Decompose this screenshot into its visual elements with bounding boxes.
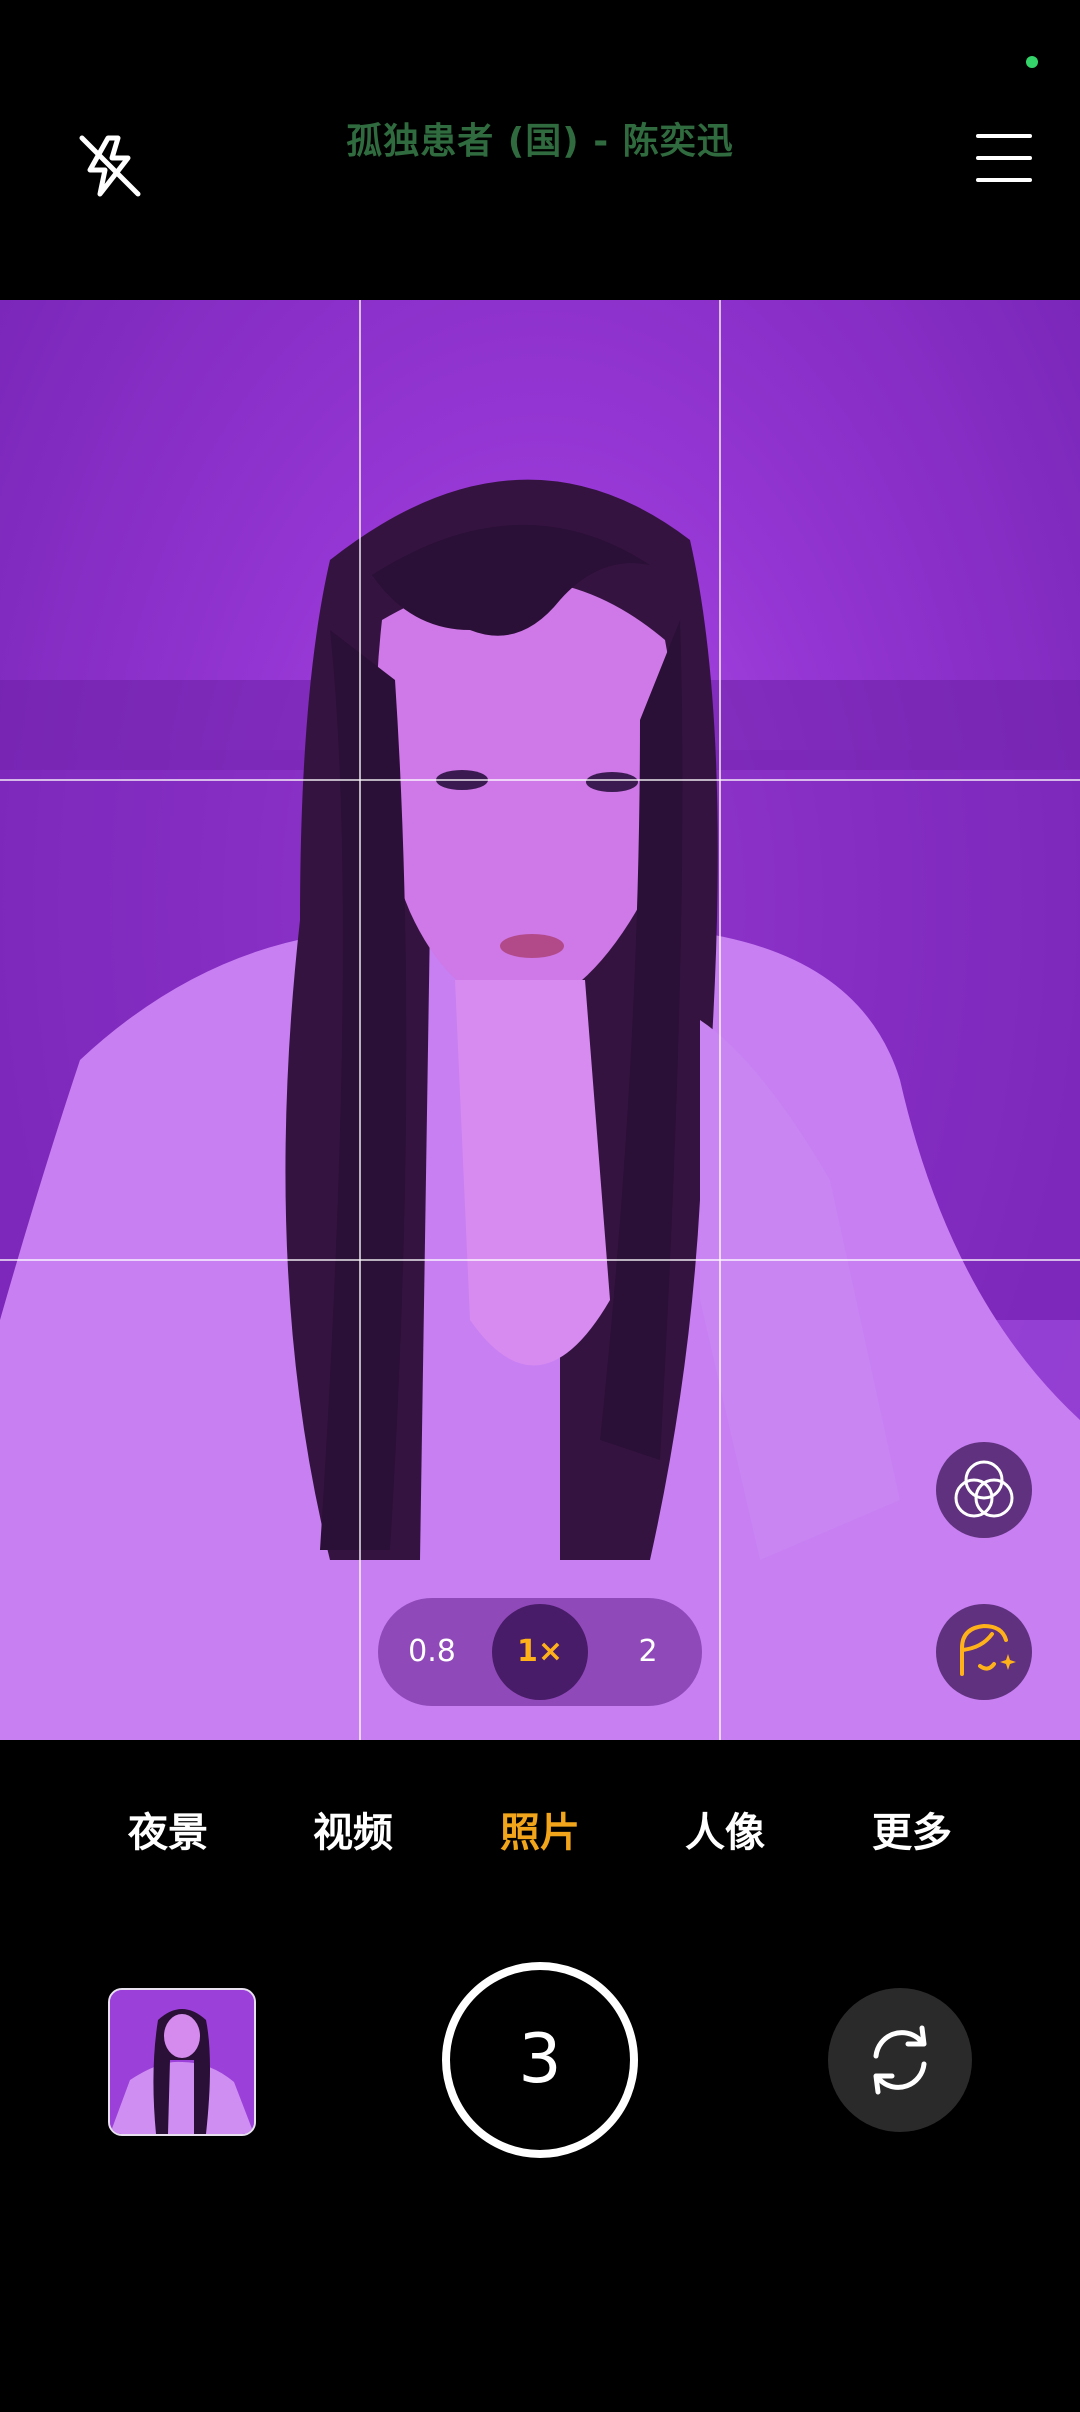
status-dot: [1026, 56, 1038, 68]
mode-video[interactable]: 视频: [263, 1800, 443, 1858]
zoom-1x-button[interactable]: 1×: [492, 1604, 588, 1700]
now-playing-text: 孤独患者 (国) - 陈奕迅: [346, 121, 734, 162]
hamburger-menu-icon[interactable]: [976, 134, 1032, 182]
grid-line: [0, 779, 1080, 781]
grid-line: [719, 300, 721, 1740]
beauty-face-icon[interactable]: [936, 1604, 1032, 1700]
filter-circles-icon[interactable]: [936, 1442, 1032, 1538]
mode-photo[interactable]: 照片: [450, 1800, 630, 1858]
countdown-text: 3: [518, 2020, 562, 2099]
viewfinder-scene: [0, 479, 1080, 1740]
mode-night[interactable]: 夜景: [78, 1800, 258, 1858]
mode-portrait[interactable]: 人像: [635, 1800, 815, 1858]
top-bar: 孤独患者 (国) - 陈奕迅: [0, 0, 1080, 300]
mode-selector: 夜景 视频 照片 人像 更多: [0, 1800, 1080, 1860]
gallery-thumbnail[interactable]: [108, 1988, 256, 2136]
zoom-0-8-button[interactable]: 0.8: [378, 1598, 486, 1706]
zoom-selector: 0.8 1× 2: [378, 1598, 702, 1706]
grid-line: [359, 300, 361, 1740]
mode-more[interactable]: 更多: [822, 1800, 1002, 1858]
zoom-2-button[interactable]: 2: [594, 1598, 702, 1706]
camera-viewfinder[interactable]: 0.8 1× 2: [0, 300, 1080, 1740]
shutter-button[interactable]: 3: [442, 1962, 638, 2158]
switch-camera-icon[interactable]: [828, 1988, 972, 2132]
grid-line: [0, 1259, 1080, 1261]
